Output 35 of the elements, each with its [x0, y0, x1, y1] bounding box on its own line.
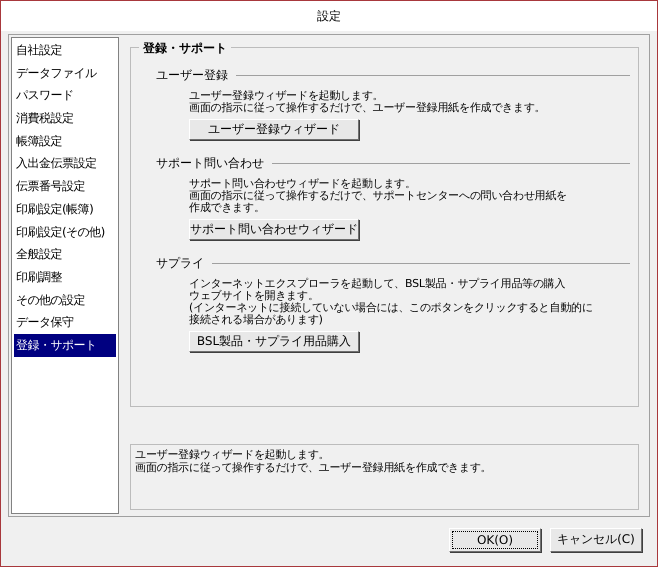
sidebar-item[interactable]: 印刷調整 [14, 266, 116, 289]
description-line: 接続される場合があります) [189, 314, 323, 326]
sidebar-item[interactable]: 全般設定 [14, 243, 116, 266]
sidebar-item[interactable]: 伝票番号設定 [14, 175, 116, 198]
wizard-button[interactable]: ユーザー登録ウィザード [189, 119, 359, 140]
description-line: ウェブサイトを開きます。 [189, 290, 319, 302]
sidebar-item[interactable]: 入出金伝票設定 [14, 152, 116, 176]
wizard-button[interactable]: BSL製品・サプライ用品購入 [189, 331, 359, 352]
section-heading: ユーザー登録 [156, 66, 228, 84]
description-line: 画面の指示に従って操作するだけで、サポートセンターへの問い合わせ用紙を [189, 190, 568, 202]
window-title: 設定 [317, 8, 341, 24]
sidebar-item[interactable]: 印刷設定(帳簿) [14, 198, 116, 220]
help-text-line: 画面の指示に従って操作するだけで、ユーザー登録用紙を作成できます。 [135, 461, 492, 474]
description-line: ユーザー登録ウィザードを起動します。 [189, 90, 384, 102]
description-line: 画面の指示に従って操作するだけで、ユーザー登録用紙を作成できます。 [189, 102, 546, 114]
description-line: 作成できます。 [189, 202, 265, 214]
sidebar-item[interactable]: その他の設定 [14, 288, 116, 312]
section-heading: サプライ [156, 254, 204, 272]
sidebar-item[interactable]: パスワード [14, 84, 116, 108]
sidebar-item[interactable]: 印刷設定(その他) [14, 220, 116, 244]
help-text-line: ユーザー登録ウィザードを起動します。 [135, 448, 330, 461]
sidebar-item[interactable]: 消費税設定 [14, 107, 116, 130]
wizard-button[interactable]: サポート問い合わせウィザード [189, 219, 359, 240]
sidebar-item[interactable]: 帳簿設定 [14, 130, 116, 152]
section-heading: サポート問い合わせ [156, 154, 264, 172]
cancel-button[interactable]: キャンセル(C) [550, 528, 642, 552]
ok-button[interactable]: OK(O) [449, 528, 541, 552]
description-line: インターネットエクスプローラを起動して、BSL製品・サプライ用品等の購入 [189, 278, 566, 290]
group-title: 登録・サポート [139, 40, 231, 57]
sidebar-item[interactable]: 自社設定 [14, 39, 116, 62]
description-line: サポート問い合わせウィザードを起動します。 [189, 178, 416, 190]
sidebar-item[interactable]: データファイル [14, 62, 116, 84]
sidebar-item[interactable]: 登録・サポート [14, 334, 116, 357]
sidebar-item[interactable]: データ保守 [14, 311, 116, 334]
description-line: (インターネットに接続していない場合には、このボタンをクリックすると自動的に [189, 302, 593, 314]
